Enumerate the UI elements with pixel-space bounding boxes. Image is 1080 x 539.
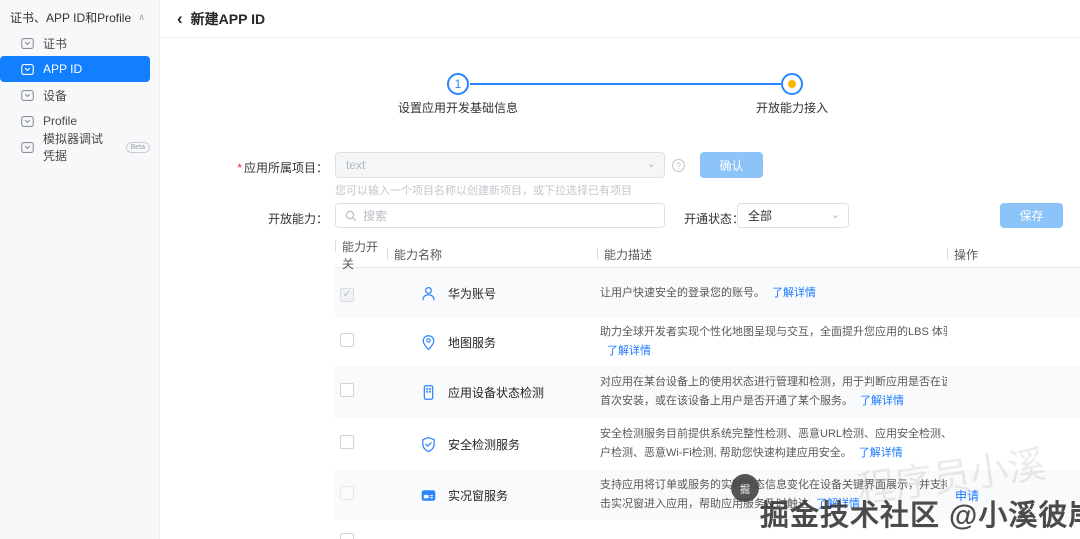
sidebar-item-label: 模拟器调试凭据 (43, 130, 115, 164)
status-select[interactable]: 全部 ⌄ (737, 203, 849, 228)
required-asterisk: * (237, 161, 242, 175)
folder-badge-icon (21, 64, 34, 75)
learn-more-link[interactable]: 了解详情 (860, 395, 904, 407)
top-bar: ‹ 新建APP ID (160, 0, 1080, 38)
column-header-能力描述: 能力描述 (597, 246, 947, 263)
sidebar-item-label: Profile (43, 114, 77, 128)
sidebar-item-APP ID[interactable]: APP ID (0, 56, 150, 82)
table-header-row: 能力开关能力名称能力描述操作 (335, 242, 1080, 268)
folder-badge-icon (21, 90, 34, 101)
step-2-circle (781, 73, 803, 95)
sidebar-item-设备[interactable]: 设备 (0, 82, 150, 108)
capability-table: 能力开关能力名称能力描述操作 ✓ 华为账号 让用户快速安全的登录您的账号。了解详情地… (335, 242, 1080, 539)
capability-checkbox[interactable] (340, 435, 354, 449)
capability-checkbox (340, 486, 354, 500)
capability-description: 让用户快速安全的登录您的账号。了解详情 (600, 284, 947, 303)
status-field-label: 开通状态： (684, 210, 744, 227)
help-icon[interactable]: ? (672, 159, 685, 172)
project-input[interactable] (336, 153, 664, 177)
sidebar-item-label: 证书 (43, 35, 67, 52)
table-row: ✓ 华为账号 让用户快速安全的登录您的账号。了解详情 (335, 268, 1080, 318)
ability-search-input[interactable] (357, 209, 664, 223)
capability-name: 安全检测服务 (448, 436, 520, 453)
capability-checkbox[interactable] (340, 333, 354, 347)
project-hint: 您可以输入一个项目名称以创建新项目，或下拉选择已有项目 (335, 182, 632, 198)
page-title: 新建APP ID (191, 9, 265, 29)
confirm-button[interactable]: 确认 (700, 152, 763, 178)
table-row: 实况窗服务 支持应用将订单或服务的实时状态信息变化在设备关键界面展示，并支持用户点… (335, 470, 1080, 520)
sidebar-item-label: 设备 (43, 87, 67, 104)
table-row: 安全检测服务 安全检测服务目前提供系统完整性检测、恶意URL检测、应用安全检测、虚… (335, 418, 1080, 470)
device-status-icon (420, 384, 437, 401)
capability-description: 了解详情 (600, 342, 947, 361)
step-1-circle: 1 (447, 73, 469, 95)
user-icon (420, 285, 437, 302)
save-button[interactable]: 保存 (1000, 203, 1063, 228)
project-select[interactable]: ⌄ (335, 152, 665, 178)
learn-more-link[interactable]: 了解详情 (816, 498, 860, 510)
status-select-value: 全部 (748, 207, 772, 224)
capability-checkbox[interactable] (340, 383, 354, 397)
folder-badge-icon (21, 116, 34, 127)
capability-description: 对应用在某台设备上的使用状态进行管理和检测，用于判断应用是否在该设备上 (600, 373, 947, 392)
step-2-dot (788, 80, 796, 88)
capability-name: 华为账号 (448, 285, 496, 302)
capability-description: 击实况窗进入应用，帮助应用服务及时触达了解详情 (600, 495, 947, 514)
shield-icon (420, 436, 437, 453)
page: 证书、APP ID和Profile ∧ 证书 APP ID 设备 Profile 模拟器… (0, 0, 1080, 539)
step-1-label: 设置应用开发基础信息 (398, 99, 518, 116)
learn-more-link[interactable]: 了解详情 (859, 447, 903, 459)
capability-checkbox: ✓ (340, 288, 354, 302)
project-field-label: *应用所属项目： (160, 159, 328, 176)
map-pin-icon (420, 334, 437, 351)
capability-name: 实况窗服务 (448, 487, 508, 504)
capability-name: 应用设备状态检测 (448, 384, 544, 401)
table-row: 地图服务 助力全球开发者实现个性化地图呈现与交互，全面提升您应用的LBS 体验。了… (335, 318, 1080, 366)
step-1-number: 1 (455, 77, 462, 91)
capability-description: 助力全球开发者实现个性化地图呈现与交互，全面提升您应用的LBS 体验。 (600, 323, 947, 342)
table-row-partial (335, 520, 1080, 539)
table-row: 应用设备状态检测 对应用在某台设备上的使用状态进行管理和检测，用于判断应用是否在该… (335, 366, 1080, 418)
search-icon (345, 210, 357, 222)
sidebar: 证书、APP ID和Profile ∧ 证书 APP ID 设备 Profile 模拟器… (0, 0, 160, 539)
collapse-chevron-icon[interactable]: ∧ (138, 12, 145, 23)
back-icon[interactable]: ‹ (177, 10, 183, 27)
learn-more-link[interactable]: 了解详情 (772, 287, 816, 299)
step-2-label: 开放能力接入 (756, 99, 828, 116)
sidebar-item-label: APP ID (43, 62, 82, 76)
capability-description: 户检测、恶意Wi-Fi检测, 帮助您快速构建应用安全。了解详情 (600, 444, 947, 463)
column-header-操作: 操作 (947, 246, 1080, 263)
ability-field-label: 开放能力： (160, 210, 328, 227)
table-body: ✓ 华为账号 让用户快速安全的登录您的账号。了解详情地图服务 助力全球开发者实现个性化… (335, 268, 1080, 520)
step-connector-line (470, 83, 781, 85)
capability-description: 首次安装，或在该设备上用户是否开通了某个服务。了解详情 (600, 392, 947, 411)
apply-link[interactable]: 申请 (955, 489, 979, 503)
sidebar-header-label: 证书、APP ID和Profile (10, 9, 131, 26)
sidebar-item-模拟器调试凭据[interactable]: 模拟器调试凭据Beta (0, 134, 150, 160)
chevron-down-icon: ⌄ (831, 208, 840, 221)
capability-description: 安全检测服务目前提供系统完整性检测、恶意URL检测、应用安全检测、虚假用 (600, 425, 947, 444)
ability-search-box[interactable] (335, 203, 665, 228)
learn-more-link[interactable]: 了解详情 (607, 345, 651, 357)
capability-name: 地图服务 (448, 334, 496, 351)
capability-description: 支持应用将订单或服务的实时状态信息变化在设备关键界面展示，并支持用户点 (600, 476, 947, 495)
sidebar-header[interactable]: 证书、APP ID和Profile ∧ (0, 4, 159, 30)
sidebar-item-证书[interactable]: 证书 (0, 30, 150, 56)
live-window-icon (420, 487, 437, 504)
column-header-能力名称: 能力名称 (387, 246, 597, 263)
beta-badge: Beta (126, 142, 150, 153)
folder-badge-icon (21, 38, 34, 49)
folder-badge-icon (21, 142, 34, 153)
sidebar-items: 证书 APP ID 设备 Profile 模拟器调试凭据Beta (0, 30, 159, 160)
capability-checkbox[interactable] (340, 533, 354, 539)
column-header-能力开关: 能力开关 (335, 238, 387, 272)
